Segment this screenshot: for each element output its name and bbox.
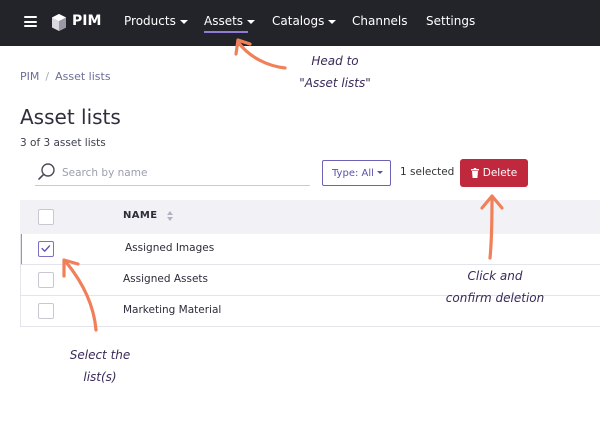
annotation-line: Select the: [69, 348, 131, 362]
annotation-line: list(s): [83, 370, 117, 384]
annotation-line: Click and: [467, 269, 523, 283]
annotation-click-delete: Click and confirm deletion: [430, 265, 560, 309]
arrow-to-delete: [488, 196, 494, 260]
annotation-line: Head to: [311, 54, 359, 68]
arrow-to-checkbox: [64, 260, 98, 332]
annotation-head-to-asset-lists: Head to "Asset lists": [275, 50, 395, 94]
annotation-select-list: Select the list(s): [50, 344, 150, 388]
annotation-line: "Asset lists": [299, 76, 371, 90]
annotation-line: confirm deletion: [445, 291, 545, 305]
